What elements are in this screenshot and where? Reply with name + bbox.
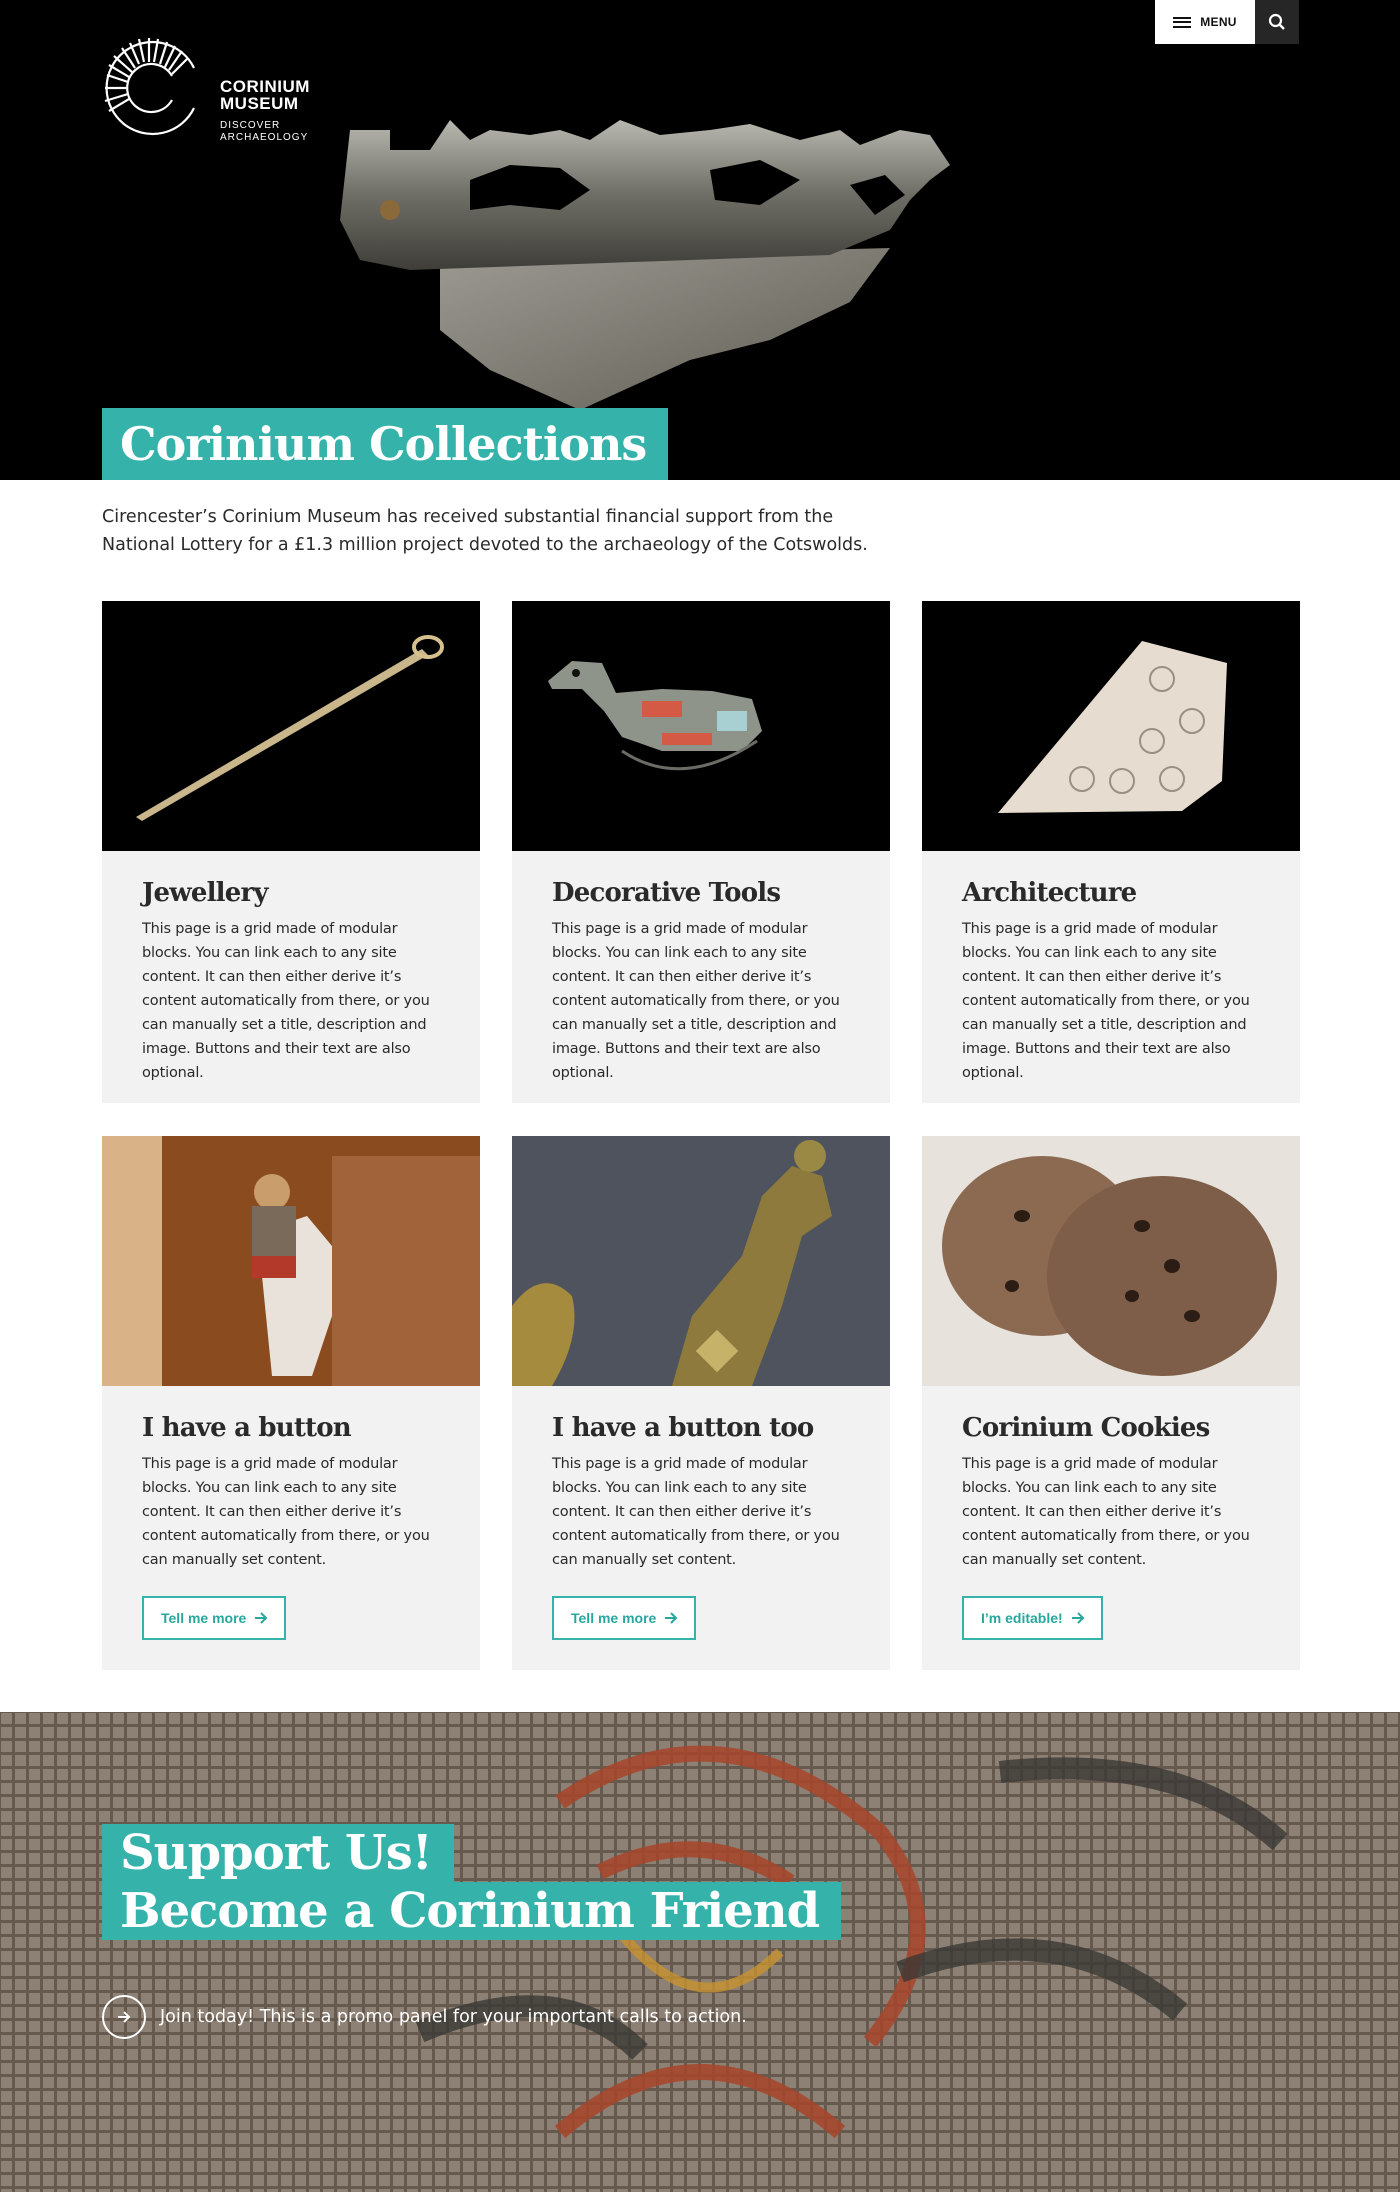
card-image-hairpin (102, 601, 480, 851)
promo-title-line2: Become a Corinium Friend (102, 1882, 842, 1940)
arrow-right-icon (665, 1612, 678, 1624)
card-image-bronze-cockerel (512, 1136, 890, 1386)
hero-title-box: Corinium Collections (102, 408, 669, 480)
hamburger-icon (1173, 16, 1192, 28)
hero: CORINIUM MUSEUM DISCOVER ARCHAEOLOGY MEN… (0, 0, 1400, 480)
menu-label: MENU (1200, 15, 1237, 29)
card-description: This page is a grid made of modular bloc… (142, 1456, 430, 1568)
collections-grid: Jewellery This page is a grid made of mo… (102, 601, 1300, 1670)
promo-title: Support Us! Become a Corinium Friend (102, 1824, 842, 1940)
card-title: Architecture (962, 878, 1137, 908)
card-title: Decorative Tools (552, 878, 781, 908)
promo-panel: Support Us! Become a Corinium Friend Joi… (0, 1712, 1400, 2192)
logo-text: CORINIUM MUSEUM DISCOVER ARCHAEOLOGY (220, 78, 310, 144)
card-jewellery[interactable]: Jewellery This page is a grid made of mo… (102, 601, 480, 1103)
corinium-logo-icon (104, 38, 195, 136)
card-title: Jewellery (142, 878, 268, 908)
card-description: This page is a grid made of modular bloc… (142, 921, 430, 1081)
card-image-duck-brooch (512, 601, 890, 851)
card-title: I have a button (142, 1413, 352, 1443)
logo-name-line2: MUSEUM (220, 94, 299, 113)
card-image-cavalry (102, 1136, 480, 1386)
promo-cta-text: Join today! This is a promo panel for yo… (160, 2007, 747, 2027)
logo-name-line1: CORINIUM (220, 77, 310, 96)
page-title: Corinium Collections (120, 417, 647, 471)
card-description: This page is a grid made of modular bloc… (962, 1456, 1250, 1568)
card-title: I have a button too (552, 1413, 814, 1443)
card-decorative-tools[interactable]: Decorative Tools This page is a grid mad… (512, 601, 890, 1103)
tell-me-more-button[interactable]: Tell me more (142, 1596, 287, 1640)
button-label: Tell me more (161, 1610, 247, 1626)
hero-image (340, 120, 950, 410)
promo-title-line1: Support Us! (102, 1824, 454, 1882)
button-label: I’m editable! (981, 1610, 1063, 1626)
card-description: This page is a grid made of modular bloc… (962, 921, 1250, 1081)
promo-background-mosaic (0, 1712, 1400, 2192)
menu-button[interactable]: MENU (1155, 0, 1255, 44)
card-i-have-a-button[interactable]: I have a button This page is a grid made… (102, 1136, 480, 1670)
button-label: Tell me more (571, 1610, 657, 1626)
tell-me-more-button[interactable]: Tell me more (552, 1596, 697, 1640)
card-title: Corinium Cookies (962, 1413, 1210, 1443)
im-editable-button[interactable]: I’m editable! (962, 1596, 1103, 1640)
card-description: This page is a grid made of modular bloc… (552, 921, 840, 1081)
arrow-right-icon (1071, 1612, 1085, 1624)
card-description: This page is a grid made of modular bloc… (552, 1456, 840, 1568)
promo-cta-link[interactable]: Join today! This is a promo panel for yo… (102, 1995, 747, 2039)
card-image-cookies (922, 1136, 1300, 1386)
site-logo[interactable]: CORINIUM MUSEUM DISCOVER ARCHAEOLOGY (102, 32, 310, 144)
card-architecture[interactable]: Architecture This page is a grid made of… (922, 601, 1300, 1103)
logo-tagline-line1: DISCOVER (220, 120, 281, 131)
logo-tagline-line2: ARCHAEOLOGY (220, 132, 309, 143)
search-button[interactable] (1255, 0, 1299, 44)
card-i-have-a-button-too[interactable]: I have a button too This page is a grid … (512, 1136, 890, 1670)
intro-text: Cirencester’s Corinium Museum has receiv… (102, 507, 868, 555)
search-icon (1268, 13, 1285, 30)
card-corinium-cookies[interactable]: Corinium Cookies This page is a grid mad… (922, 1136, 1300, 1670)
arrow-right-icon (255, 1612, 268, 1624)
arrow-circle-icon (102, 1995, 146, 2039)
card-image-carved-plaque (922, 601, 1300, 851)
